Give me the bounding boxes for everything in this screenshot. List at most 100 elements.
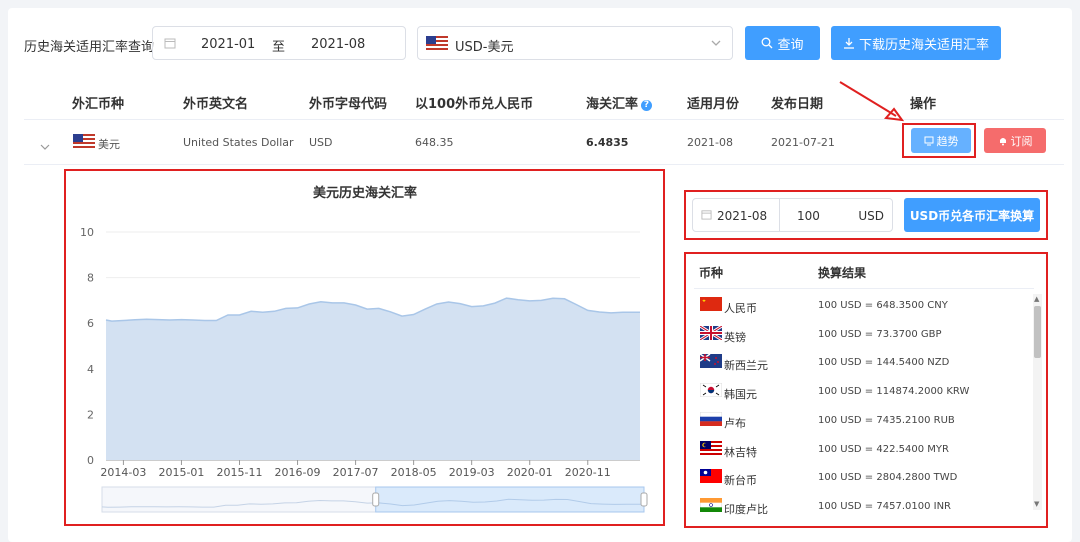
download-history-button[interactable]: 下载历史海关适用汇率 [831,26,1001,60]
converter-month-input[interactable]: 2021-08 [717,209,767,223]
chart-title: 美元历史海关汇率 [312,186,417,201]
result-currency-name: 新台币 [724,474,757,488]
col-rate: 海关汇率? [586,93,653,112]
kr-flag-icon [700,383,722,398]
result-value: 100 USD = 144.5400 NZD [818,357,950,369]
zoom-slider-window [375,486,645,513]
calendar-icon [701,209,712,223]
x-tick-label: 2014-03 [100,466,146,479]
converter-separator [779,199,780,231]
row-flag-us-icon [73,134,95,151]
start-month-input[interactable]: 2021-01 [201,37,255,52]
x-tick-label: 2018-05 [391,466,437,479]
result-value: 100 USD = 422.5400 MYR [818,443,949,455]
ru-flag-icon [700,411,722,426]
y-tick-label: 10 [80,226,94,239]
result-row: 韩国元 100 USD = 114874.2000 KRW [694,377,1034,405]
rate-history-chart: 0 2 4 6 8 10 2014-03 2015-01 2015-11 2016-09 2017-… [80,226,648,513]
x-tick-label: 2020-11 [565,466,611,479]
result-currency-name: 林吉特 [724,445,757,459]
col-month: 适用月份 [687,97,740,112]
y-tick-label: 8 [87,272,94,285]
result-value: 100 USD = 114874.2000 KRW [818,386,970,398]
result-row: 人民币 100 USD = 648.3500 CNY [694,291,1034,319]
col-rate-label: 海关汇率 [586,97,639,112]
query-button[interactable]: 查询 [745,26,820,60]
row-currency: 美元 [98,138,120,151]
chevron-down-icon [711,37,721,52]
result-currency-name: 印度卢比 [724,502,768,516]
x-tick-label: 2015-01 [158,466,204,479]
search-icon [762,37,773,49]
row-per100: 648.35 [415,136,454,149]
x-tick-label: 2020-01 [507,466,553,479]
row-published: 2021-07-21 [771,136,835,149]
result-row: 林吉特 100 USD = 422.5400 MYR [694,435,1034,463]
row-divider [24,164,1064,165]
calendar-icon [164,37,176,53]
x-tick-label: 2017-07 [333,466,379,479]
converter-currency-suffix: USD [858,209,884,223]
subscribe-button-label: 订阅 [1010,134,1033,148]
my-flag-icon [700,440,722,455]
col-per100: 以100外币兑人民币 [415,97,534,112]
col-published: 发布日期 [771,97,824,112]
row-rate: 6.4835 [586,136,629,149]
row-code: USD [309,136,333,149]
help-icon[interactable]: ? [641,100,653,111]
col-english-name: 外币英文名 [183,97,249,112]
y-tick-label: 4 [87,363,94,376]
result-currency-name: 人民币 [724,302,757,315]
converter-amount-input[interactable]: 100 [797,209,820,223]
annotation-arrow-icon [839,81,905,122]
query-label: 历史海关适用汇率查询 [24,40,155,55]
col-currency: 外汇币种 [72,97,125,112]
in-flag-icon [700,497,722,512]
gb-flag-icon [700,325,722,340]
result-value: 100 USD = 648.3500 CNY [818,300,948,311]
result-row: 英镑 100 USD = 73.3700 GBP [694,320,1034,348]
row-english-name: United States Dollar [183,136,294,149]
us-flag-icon [426,36,448,54]
x-tick-label: 2015-11 [217,466,263,479]
range-separator: 至 [272,40,286,55]
currency-select[interactable]: USD-美元 [417,26,733,60]
month-range-picker[interactable]: 2021-01 至 2021-08 [152,26,406,60]
results-scroll-thumb[interactable] [1034,306,1041,358]
x-tick-label: 2016-09 [275,466,321,479]
converter-input-group[interactable]: 2021-08 100 USD [692,198,893,232]
end-month-input[interactable]: 2021-08 [311,37,365,52]
convert-button[interactable]: USD币兑各币汇率换算 [904,198,1040,232]
y-tick-label: 6 [87,317,94,330]
result-value: 100 USD = 7435.2100 RUB [818,414,955,426]
currency-select-value: USD-美元 [455,40,514,55]
result-row: 新西兰元 100 USD = 144.5400 NZD [694,348,1034,376]
col-actions: 操作 [910,97,937,112]
query-button-label: 查询 [777,37,804,53]
bell-icon [999,137,1006,145]
tw-flag-icon [700,469,722,484]
x-tick-label: 2019-03 [449,466,495,479]
results-header-divider [694,288,1034,289]
result-currency-name: 韩国元 [724,388,757,402]
results-col-currency: 币种 [699,266,724,280]
row-month: 2021-08 [687,136,733,149]
result-currency-name: 新西兰元 [724,359,768,373]
result-value: 100 USD = 2804.2800 TWD [818,472,958,484]
nz-flag-icon [700,354,722,369]
result-row: 卢布 100 USD = 7435.2100 RUB [694,406,1034,434]
col-code: 外币字母代码 [309,97,388,112]
cn-flag-icon [700,297,722,311]
expand-row-chevron-icon[interactable] [40,137,50,156]
result-currency-name: 英镑 [724,330,746,344]
scroll-down-arrow-icon[interactable]: ▼ [1034,500,1039,508]
result-row: 新台币 100 USD = 2804.2800 TWD [694,463,1034,491]
zoom-handle-left [372,492,380,507]
subscribe-button[interactable]: 订阅 [984,128,1046,153]
result-value: 100 USD = 73.3700 GBP [818,328,942,340]
scroll-up-arrow-icon[interactable]: ▲ [1034,295,1039,303]
rate-area-fill [106,298,640,460]
trend-highlight-box [902,123,976,158]
results-col-result: 换算结果 [818,266,867,280]
download-icon [843,38,854,49]
